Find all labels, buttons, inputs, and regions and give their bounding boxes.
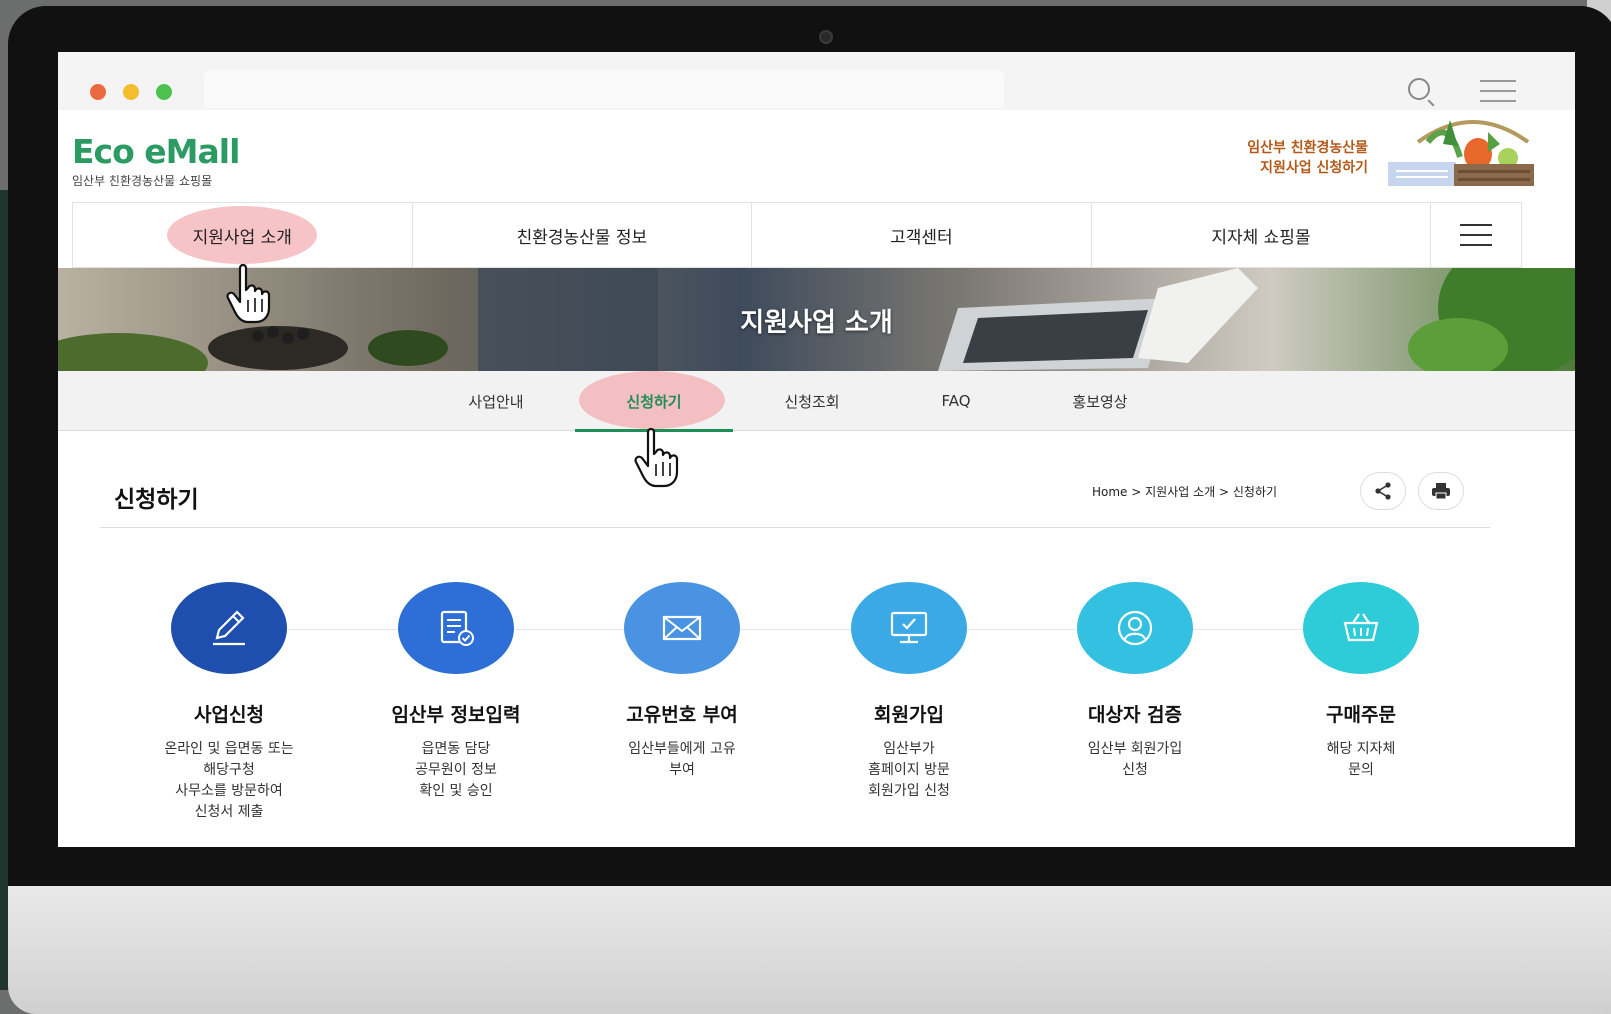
step-circle — [171, 582, 287, 674]
monitor-chin — [8, 886, 1611, 1014]
gnb-item-label: 지원사업 소개 — [192, 227, 292, 248]
print-icon — [1432, 483, 1450, 500]
tab-label: FAQ — [941, 392, 971, 410]
sub-navigation: 사업안내 신청하기 신청조회 FAQ 홍보영상 — [58, 371, 1575, 432]
step-unique-number: 고유번호 부여 임산부들에게 고유 부여 — [567, 582, 797, 781]
vegetable-basket-icon — [1388, 120, 1534, 186]
close-window-icon[interactable] — [90, 84, 106, 100]
page-banner: 지원사업 소개 — [58, 268, 1575, 371]
step-description: 임산부가 홈페이지 방문 회원가입 신청 — [868, 741, 950, 799]
step-description: 임산부 회원가입 신청 — [1087, 741, 1183, 778]
monitor-check-icon — [890, 611, 928, 644]
all-menu-button[interactable] — [1430, 203, 1523, 267]
step-circle — [624, 582, 740, 674]
step-description: 온라인 및 읍면동 또는 해당구청 사무소를 방문하여 신청서 제출 — [164, 741, 294, 820]
step-description: 읍면동 담당 공무원이 정보 확인 및 승인 — [415, 741, 497, 799]
step-purchase-order: 구매주문 해당 지자체 문의 — [1246, 582, 1476, 781]
step-signup: 회원가입 임산부가 홈페이지 방문 회원가입 신청 — [794, 582, 1024, 802]
tab-application-inquiry[interactable]: 신청조회 — [742, 371, 882, 431]
gnb-item-eco-info[interactable]: 친환경농산물 정보 — [411, 203, 752, 267]
main-navigation: 지원사업 소개 친환경농산물 정보 고객센터 지자체 쇼핑몰 — [72, 202, 1523, 268]
gnb-item-support-intro[interactable]: 지원사업 소개 — [72, 203, 412, 267]
step-title: 구매주문 — [1326, 704, 1396, 726]
step-apply: 사업신청 온라인 및 읍면동 또는 해당구청 사무소를 방문하여 신청서 제출 — [114, 582, 344, 823]
tab-business-guide[interactable]: 사업안내 — [426, 371, 566, 431]
breadcrumb: Home > 지원사업 소개 > 신청하기 — [1092, 485, 1278, 499]
browser-menu-icon[interactable] — [1480, 80, 1516, 102]
minimize-window-icon[interactable] — [123, 84, 139, 100]
gnb-item-label: 지자체 쇼핑몰 — [1211, 227, 1311, 248]
tab-label: 사업안내 — [468, 392, 524, 411]
page-title: 신청하기 — [114, 487, 199, 513]
step-description: 해당 지자체 문의 — [1326, 741, 1396, 778]
print-button[interactable] — [1418, 472, 1464, 510]
envelope-icon — [662, 615, 702, 641]
promo-line-1: 임산부 친환경농산물 — [1247, 140, 1368, 156]
divider — [100, 527, 1490, 528]
user-icon — [1117, 610, 1153, 646]
step-title: 대상자 검증 — [1087, 704, 1182, 726]
step-circle — [1303, 582, 1419, 674]
logo-subtitle: 임산부 친환경농산물 쇼핑몰 — [72, 174, 213, 188]
tab-faq[interactable]: FAQ — [886, 371, 1026, 431]
maximize-window-icon[interactable] — [156, 84, 172, 100]
banner-title: 지원사업 소개 — [740, 308, 893, 338]
step-info-input: 임산부 정보입력 읍면동 담당 공무원이 정보 확인 및 승인 — [341, 582, 571, 802]
hand-cursor-icon — [634, 428, 679, 488]
document-check-icon — [440, 610, 474, 646]
gnb-item-label: 고객센터 — [890, 227, 953, 248]
tab-promo-video[interactable]: 홍보영상 — [1030, 371, 1170, 431]
basket-icon — [1343, 613, 1379, 642]
step-circle — [851, 582, 967, 674]
browser-chrome — [58, 52, 1575, 110]
share-button[interactable] — [1360, 472, 1406, 510]
step-title: 사업신청 — [194, 704, 264, 726]
address-bar[interactable] — [204, 70, 1004, 108]
site-logo[interactable]: Eco eMall 임산부 친환경농산물 쇼핑몰 — [72, 132, 240, 189]
share-icon — [1375, 482, 1391, 500]
tab-label: 홍보영상 — [1072, 392, 1128, 411]
step-title: 임산부 정보입력 — [391, 704, 521, 726]
pencil-icon — [213, 610, 245, 646]
step-title: 고유번호 부여 — [626, 704, 738, 726]
gnb-item-label: 친환경농산물 정보 — [516, 227, 648, 248]
gnb-item-customer-center[interactable]: 고객센터 — [751, 203, 1091, 267]
step-circle — [398, 582, 514, 674]
promo-line-2: 지원사업 신청하기 — [1260, 160, 1368, 176]
gnb-item-local-mall[interactable]: 지자체 쇼핑몰 — [1090, 203, 1431, 267]
step-description: 임산부들에게 고유 부여 — [628, 741, 736, 778]
promo-link[interactable]: 임산부 친환경농산물 지원사업 신청하기 — [1198, 138, 1368, 178]
browser-screen: Eco eMall 임산부 친환경농산물 쇼핑몰 임산부 친환경농산물 지원사업… — [58, 52, 1575, 847]
tab-label: 신청조회 — [784, 392, 840, 411]
hand-cursor-icon — [226, 264, 271, 324]
camera-icon — [819, 30, 833, 44]
hamburger-menu-icon — [1460, 224, 1493, 246]
step-circle — [1077, 582, 1193, 674]
tab-label: 신청하기 — [626, 392, 682, 411]
tab-apply[interactable]: 신청하기 — [575, 371, 733, 432]
step-title: 회원가입 — [874, 704, 944, 726]
step-verification: 대상자 검증 임산부 회원가입 신청 — [1020, 582, 1250, 781]
search-icon[interactable] — [1408, 78, 1430, 100]
logo-text: Eco eMall — [72, 132, 240, 171]
